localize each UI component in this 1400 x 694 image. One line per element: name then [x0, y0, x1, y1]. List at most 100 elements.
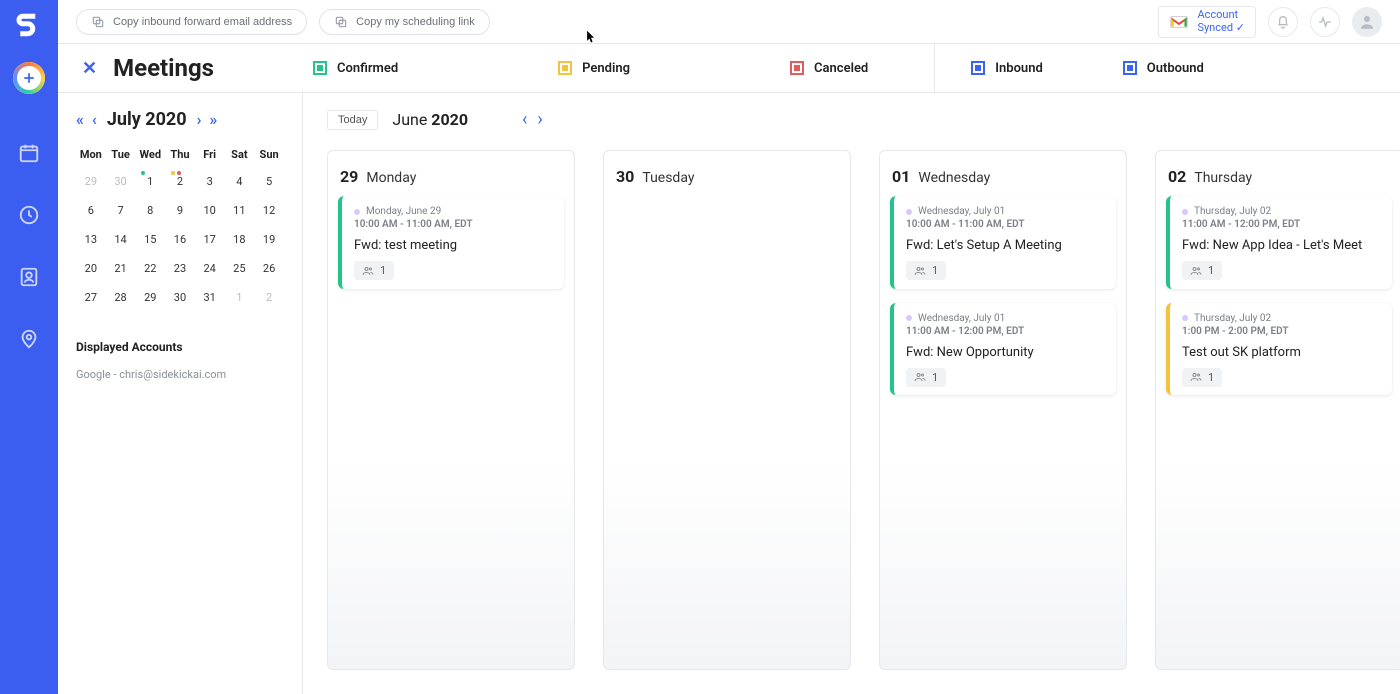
bell-icon[interactable] [1268, 7, 1298, 37]
meeting-card[interactable]: Thursday, July 0211:00 AM - 12:00 PM, ED… [1166, 196, 1392, 289]
card-date: Thursday, July 02 [1194, 206, 1271, 217]
card-date: Monday, June 29 [366, 206, 441, 217]
mini-day-cell[interactable]: 8 [135, 196, 165, 225]
day-number: 29 [340, 167, 358, 186]
mini-day-cell[interactable]: 12 [254, 196, 284, 225]
checkbox-icon [790, 61, 804, 75]
mini-day-cell[interactable]: 5 [254, 167, 284, 196]
copy-inbound-button[interactable]: Copy inbound forward email address [76, 9, 307, 35]
account-synced-chip[interactable]: Account Synced ✓ [1158, 6, 1256, 38]
mini-day-cell[interactable]: 19 [254, 225, 284, 254]
mini-day-cell[interactable]: 29 [76, 167, 106, 196]
mini-day-cell[interactable]: 31 [195, 283, 225, 312]
attendee-chip: 1 [1182, 261, 1222, 280]
gmail-icon [1169, 15, 1189, 29]
mini-day-cell[interactable]: 26 [254, 254, 284, 283]
filter-outbound[interactable]: Outbound [1123, 61, 1204, 76]
add-button[interactable] [13, 62, 45, 94]
copy-icon [334, 15, 348, 29]
copy-schedlink-button[interactable]: Copy my scheduling link [319, 9, 490, 35]
dow-label: Mon [76, 142, 106, 167]
mini-day-cell[interactable]: 18 [225, 225, 255, 254]
displayed-accounts-title: Displayed Accounts [76, 340, 284, 354]
card-date: Wednesday, July 01 [918, 206, 1005, 217]
calendar-icon[interactable] [16, 140, 42, 166]
mini-calendar: MonTueWedThuFriSatSun 293012345678910111… [76, 142, 284, 312]
mini-day-cell[interactable]: 17 [195, 225, 225, 254]
board-month-label: June 2020 [392, 110, 468, 129]
mini-day-cell[interactable]: 30 [106, 167, 136, 196]
mini-day-cell[interactable]: 2 [254, 283, 284, 312]
mini-day-cell[interactable]: 27 [76, 283, 106, 312]
contacts-icon[interactable] [16, 264, 42, 290]
board-next-button[interactable]: › [537, 109, 542, 130]
mini-day-cell[interactable]: 20 [76, 254, 106, 283]
main: « ‹ July 2020 › » MonTueWedThuFriSatSun … [58, 93, 1400, 694]
dow-label: Sat [225, 142, 255, 167]
mini-day-cell[interactable]: 28 [106, 283, 136, 312]
mini-day-cell[interactable]: 15 [135, 225, 165, 254]
meeting-card[interactable]: Thursday, July 021:00 PM - 2:00 PM, EDTT… [1166, 303, 1392, 396]
filter-inbound[interactable]: Inbound [971, 61, 1043, 76]
source-dot-icon [354, 209, 360, 215]
copy-schedlink-label: Copy my scheduling link [356, 16, 475, 28]
card-time: 10:00 AM - 11:00 AM, EDT [906, 219, 1104, 230]
mini-day-cell[interactable]: 24 [195, 254, 225, 283]
people-icon [1190, 371, 1202, 383]
mini-day-cell[interactable]: 23 [165, 254, 195, 283]
copy-inbound-label: Copy inbound forward email address [113, 16, 292, 28]
year-prev-button[interactable]: « [76, 110, 84, 129]
month-next-button[interactable]: › [197, 110, 202, 129]
mini-day-cell[interactable]: 21 [106, 254, 136, 283]
account-line2: Synced ✓ [1197, 22, 1245, 35]
clock-icon[interactable] [16, 202, 42, 228]
day-number: 01 [892, 167, 910, 186]
day-name: Monday [366, 170, 416, 186]
mini-day-cell[interactable]: 11 [225, 196, 255, 225]
mini-day-cell[interactable]: 9 [165, 196, 195, 225]
attendee-count: 1 [380, 264, 386, 277]
today-button[interactable]: Today [327, 110, 378, 130]
mini-day-cell[interactable]: 22 [135, 254, 165, 283]
mini-day-cell[interactable]: 10 [195, 196, 225, 225]
people-icon [914, 265, 926, 277]
mini-day-cell[interactable]: 4 [225, 167, 255, 196]
mini-day-cell[interactable]: 29 [135, 283, 165, 312]
month-prev-button[interactable]: ‹ [92, 110, 97, 129]
board-prev-button[interactable]: ‹ [522, 109, 527, 130]
people-icon [362, 265, 374, 277]
filter-confirmed[interactable]: Confirmed [313, 61, 398, 76]
filter-canceled[interactable]: Canceled [790, 61, 868, 76]
mini-day-cell[interactable]: 1 [135, 167, 165, 196]
filter-pending[interactable]: Pending [558, 61, 630, 76]
activity-icon[interactable] [1310, 7, 1340, 37]
close-panel-button[interactable]: ✕ [82, 58, 97, 79]
day-name: Tuesday [642, 170, 694, 186]
location-icon[interactable] [16, 326, 42, 352]
card-title: Fwd: test meeting [354, 238, 552, 253]
mini-day-cell[interactable]: 25 [225, 254, 255, 283]
card-title: Fwd: Let's Setup A Meeting [906, 238, 1104, 253]
avatar[interactable] [1352, 7, 1382, 37]
mini-day-cell[interactable]: 16 [165, 225, 195, 254]
attendee-count: 1 [1208, 371, 1214, 384]
day-number: 30 [616, 167, 634, 186]
mini-day-cell[interactable]: 6 [76, 196, 106, 225]
day-column: 30 Tuesday [603, 150, 851, 670]
day-number: 02 [1168, 167, 1186, 186]
year-next-button[interactable]: » [209, 110, 217, 129]
mini-day-cell[interactable]: 14 [106, 225, 136, 254]
meeting-card[interactable]: Wednesday, July 01 10:00 AM - 11:00 AM, E… [890, 196, 1116, 289]
left-rail [0, 0, 58, 694]
mini-day-cell[interactable]: 1 [225, 283, 255, 312]
card-date: Wednesday, July 01 [918, 313, 1005, 324]
mini-day-cell[interactable]: 3 [195, 167, 225, 196]
meeting-card[interactable]: Monday, June 2910:00 AM - 11:00 AM, EDTF… [338, 196, 564, 289]
mini-day-cell[interactable]: 30 [165, 283, 195, 312]
meeting-card[interactable]: Wednesday, July 0111:00 AM - 12:00 PM, E… [890, 303, 1116, 396]
mini-day-cell[interactable]: 7 [106, 196, 136, 225]
day-column: 29MondayMonday, June 2910:00 AM - 11:00 … [327, 150, 575, 670]
mini-day-cell[interactable]: 2 [165, 167, 195, 196]
dow-label: Fri [195, 142, 225, 167]
mini-day-cell[interactable]: 13 [76, 225, 106, 254]
